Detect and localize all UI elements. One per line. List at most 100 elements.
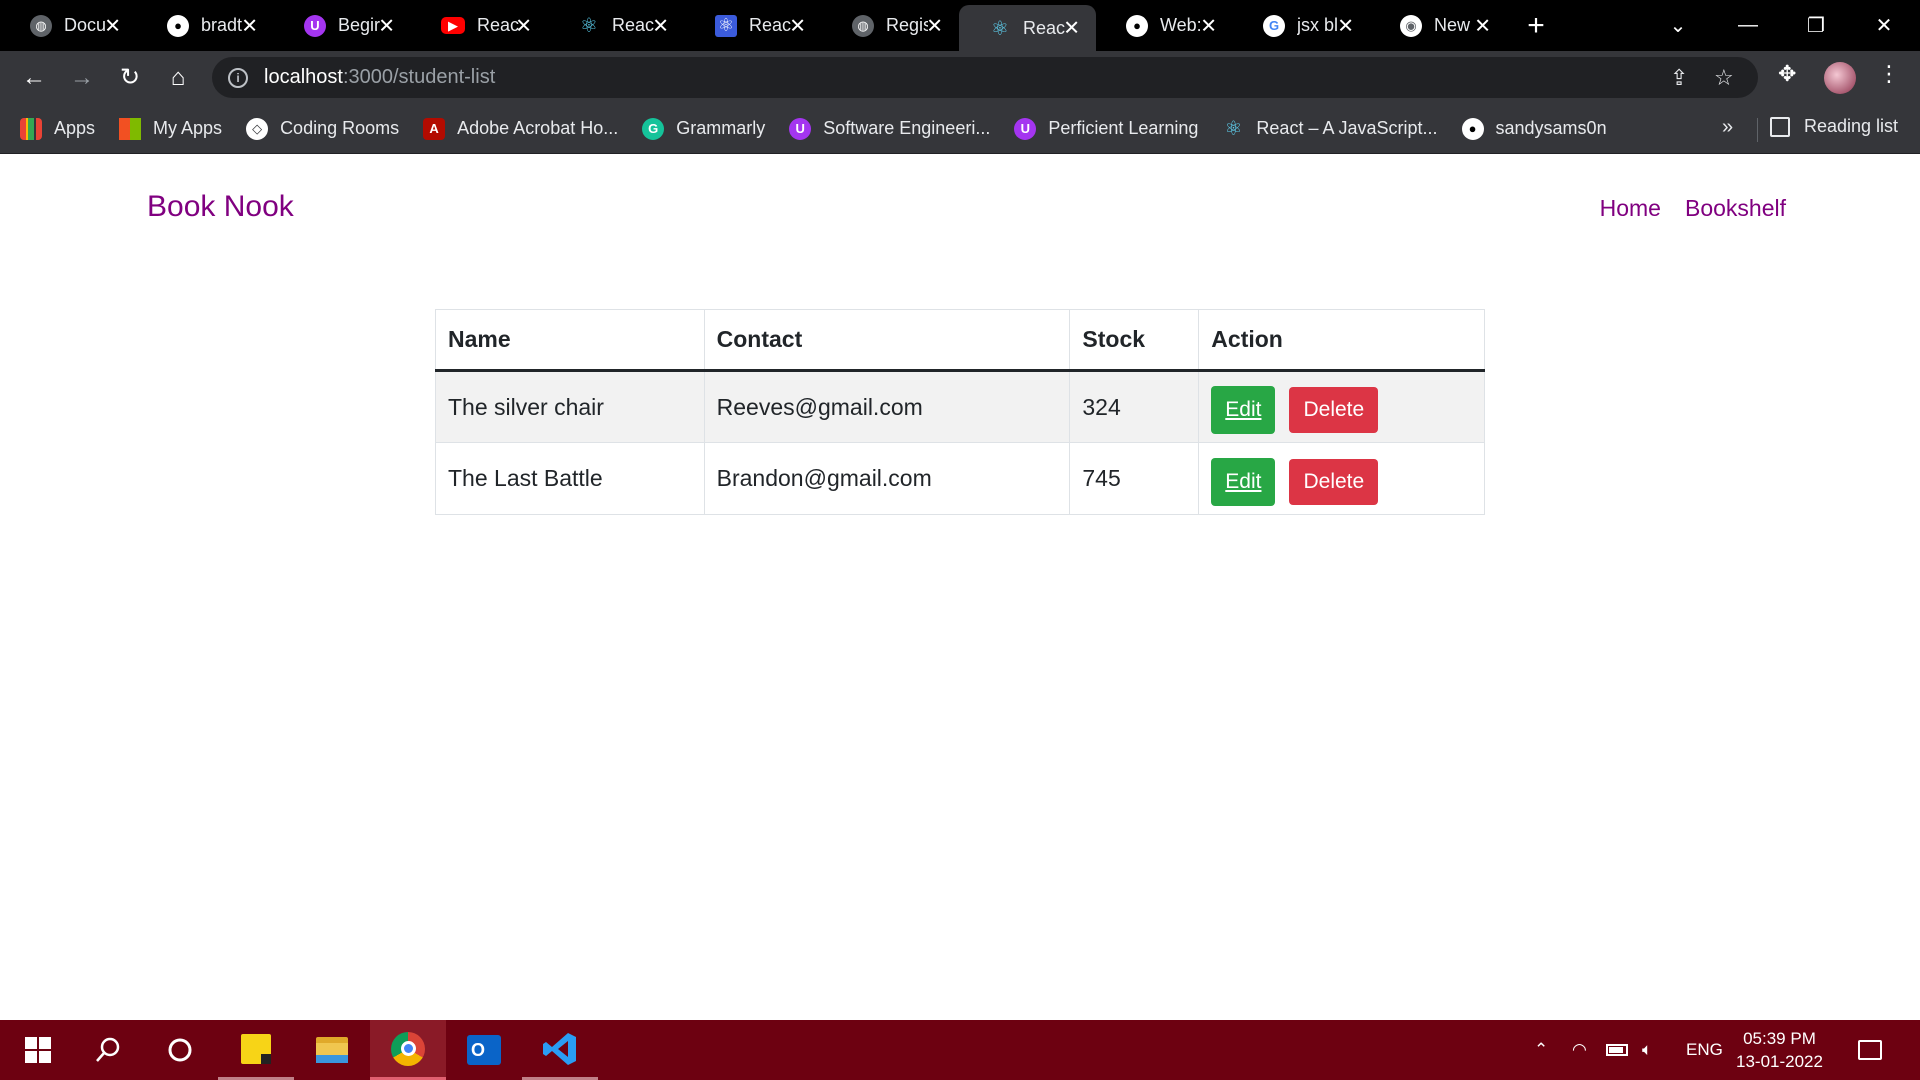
udemy-icon: U <box>1014 117 1037 140</box>
tab[interactable]: U Begir ✕ <box>274 0 411 51</box>
reading-list-label: Reading list <box>1804 116 1899 136</box>
menu-icon[interactable]: ⋮ <box>1878 61 1900 87</box>
bookmark-coding-rooms[interactable]: ◇ Coding Rooms <box>246 117 399 140</box>
close-tab-icon[interactable]: ✕ <box>652 13 669 38</box>
table-header-row: Name Contact Stock Action <box>435 309 1485 372</box>
bookmark-label: sandysams0n <box>1495 118 1607 138</box>
column-header-contact: Contact <box>703 309 1071 372</box>
coding-rooms-icon: ◇ <box>246 117 269 140</box>
tab[interactable]: ◍ Regis ✕ <box>822 0 959 51</box>
edit-button[interactable]: Edit <box>1211 457 1276 506</box>
tab-title: bradt <box>201 15 243 35</box>
tab-active[interactable]: ⚛ React ✕ <box>959 5 1096 51</box>
minimize-button[interactable]: — <box>1718 0 1778 51</box>
cell-action: Edit Delete <box>1198 442 1485 515</box>
cortana-icon[interactable] <box>142 1020 218 1080</box>
bookmark-react[interactable]: ⚛ React – A JavaScript... <box>1222 118 1437 140</box>
book-table: Name Contact Stock Action The silver cha… <box>435 309 1485 515</box>
restore-button[interactable]: ❐ <box>1786 0 1846 51</box>
tab-search-icon[interactable]: ⌄ <box>1648 0 1708 51</box>
delete-button[interactable]: Delete <box>1289 387 1379 433</box>
volume-icon[interactable]: 🔈︎ <box>1642 1020 1652 1080</box>
site-info-icon[interactable]: i <box>228 67 248 88</box>
tab[interactable]: ◉ New ✕ <box>1370 0 1507 51</box>
windows-start-icon[interactable] <box>0 1020 76 1080</box>
address-bar[interactable]: i localhost:3000/student-list ⇪ ☆ <box>212 57 1758 98</box>
brand-logo[interactable]: Book Nook <box>147 190 294 224</box>
tab[interactable]: ◍ Docu ✕ <box>0 0 137 51</box>
new-tab-button[interactable]: + <box>1511 0 1561 51</box>
tab-title: Begir <box>338 15 380 35</box>
file-explorer-icon[interactable] <box>294 1020 370 1080</box>
youtube-icon: ▶ <box>441 17 465 34</box>
url-text[interactable]: localhost:3000/student-list <box>264 66 495 89</box>
forward-icon[interactable]: → <box>58 58 106 98</box>
vscode-icon[interactable] <box>522 1020 598 1080</box>
bookmark-apps[interactable]: Apps <box>20 117 96 140</box>
close-tab-icon[interactable]: ✕ <box>241 13 258 38</box>
close-tab-icon[interactable]: ✕ <box>515 13 532 38</box>
home-icon[interactable]: ⌂ <box>154 58 202 98</box>
chrome-taskbar-icon[interactable] <box>370 1020 446 1080</box>
tab[interactable]: G jsx bl ✕ <box>1233 0 1370 51</box>
bookmark-perficient[interactable]: U Perficient Learning <box>1014 117 1198 140</box>
bookmark-my-apps[interactable]: My Apps <box>119 117 222 140</box>
tab-title: React <box>749 15 791 35</box>
bookmark-github[interactable]: ● sandysams0n <box>1461 117 1607 140</box>
close-tab-icon[interactable]: ✕ <box>1337 13 1354 38</box>
tab[interactable]: ● Web: ✕ <box>1096 0 1233 51</box>
back-icon[interactable]: ← <box>10 58 58 98</box>
bookmark-star-icon[interactable]: ☆ <box>1714 65 1734 91</box>
outlook-icon[interactable]: O <box>446 1020 522 1080</box>
column-header-action: Action <box>1198 309 1485 372</box>
close-tab-icon[interactable]: ✕ <box>1063 16 1080 41</box>
wifi-icon[interactable]: ◠ <box>1572 1020 1587 1080</box>
tab[interactable]: ▶ React ✕ <box>411 0 548 51</box>
nav-home-link[interactable]: Home <box>1600 195 1661 222</box>
close-tab-icon[interactable]: ✕ <box>104 13 121 38</box>
delete-button[interactable]: Delete <box>1289 458 1379 505</box>
url-path: :3000/student-list <box>342 66 496 88</box>
windows-taskbar: O ⌃ ◠ 🔈︎ ENG 05:39 PM 13-01-2022 <box>0 1020 1920 1080</box>
bookmark-software-engineering[interactable]: U Software Engineeri... <box>789 117 991 140</box>
reading-list-button[interactable]: Reading list <box>1770 116 1898 137</box>
tab-title: jsx bl <box>1297 15 1339 35</box>
tab-title: Web: <box>1160 15 1202 35</box>
sticky-notes-icon[interactable] <box>218 1020 294 1080</box>
clock-date: 13-01-2022 <box>1736 1052 1823 1071</box>
show-hidden-icons[interactable]: ⌃ <box>1534 1020 1548 1080</box>
close-window-button[interactable]: ✕ <box>1854 0 1914 51</box>
cell-name: The Last Battle <box>435 442 705 515</box>
bookmark-grammarly[interactable]: G Grammarly <box>642 117 765 140</box>
nav-bookshelf-link[interactable]: Bookshelf <box>1685 195 1786 222</box>
edit-button[interactable]: Edit <box>1211 386 1276 434</box>
url-host: localhost <box>264 66 343 88</box>
search-icon[interactable] <box>70 1020 146 1080</box>
language-indicator[interactable]: ENG <box>1686 1020 1723 1080</box>
react-icon: ⚛ <box>715 14 737 37</box>
reload-icon[interactable]: ↻ <box>106 58 154 98</box>
bookmark-label: Software Engineeri... <box>823 118 991 138</box>
github-icon: ● <box>167 14 189 37</box>
tab[interactable]: ⚛ React ✕ <box>685 0 822 51</box>
share-icon[interactable]: ⇪ <box>1670 65 1688 91</box>
close-tab-icon[interactable]: ✕ <box>926 13 943 38</box>
close-tab-icon[interactable]: ✕ <box>1200 13 1217 38</box>
more-bookmarks-icon[interactable]: » <box>1722 116 1733 139</box>
battery-icon[interactable] <box>1606 1020 1628 1080</box>
tab-strip: ◍ Docu ✕ ● bradt ✕ U Begir ✕ ▶ React ✕ ⚛… <box>0 0 1920 51</box>
tab[interactable]: ⚛ React ✕ <box>548 0 685 51</box>
cell-contact: Reeves@gmail.com <box>703 370 1071 443</box>
taskbar-clock[interactable]: 05:39 PM 13-01-2022 <box>1736 1027 1823 1073</box>
extensions-icon[interactable]: ✥ <box>1778 61 1796 87</box>
tab[interactable]: ● bradt ✕ <box>137 0 274 51</box>
close-tab-icon[interactable]: ✕ <box>789 13 806 38</box>
browser-toolbar: ← → ↻ ⌂ i localhost:3000/student-list ⇪ … <box>0 51 1920 104</box>
close-tab-icon[interactable]: ✕ <box>1474 13 1491 38</box>
close-tab-icon[interactable]: ✕ <box>378 13 395 38</box>
bookmark-label: Apps <box>54 118 96 138</box>
bookmark-adobe[interactable]: A Adobe Acrobat Ho... <box>423 117 618 140</box>
profile-avatar[interactable] <box>1824 62 1856 94</box>
cell-stock: 745 <box>1069 442 1200 515</box>
notification-center-icon[interactable] <box>1858 1020 1882 1080</box>
